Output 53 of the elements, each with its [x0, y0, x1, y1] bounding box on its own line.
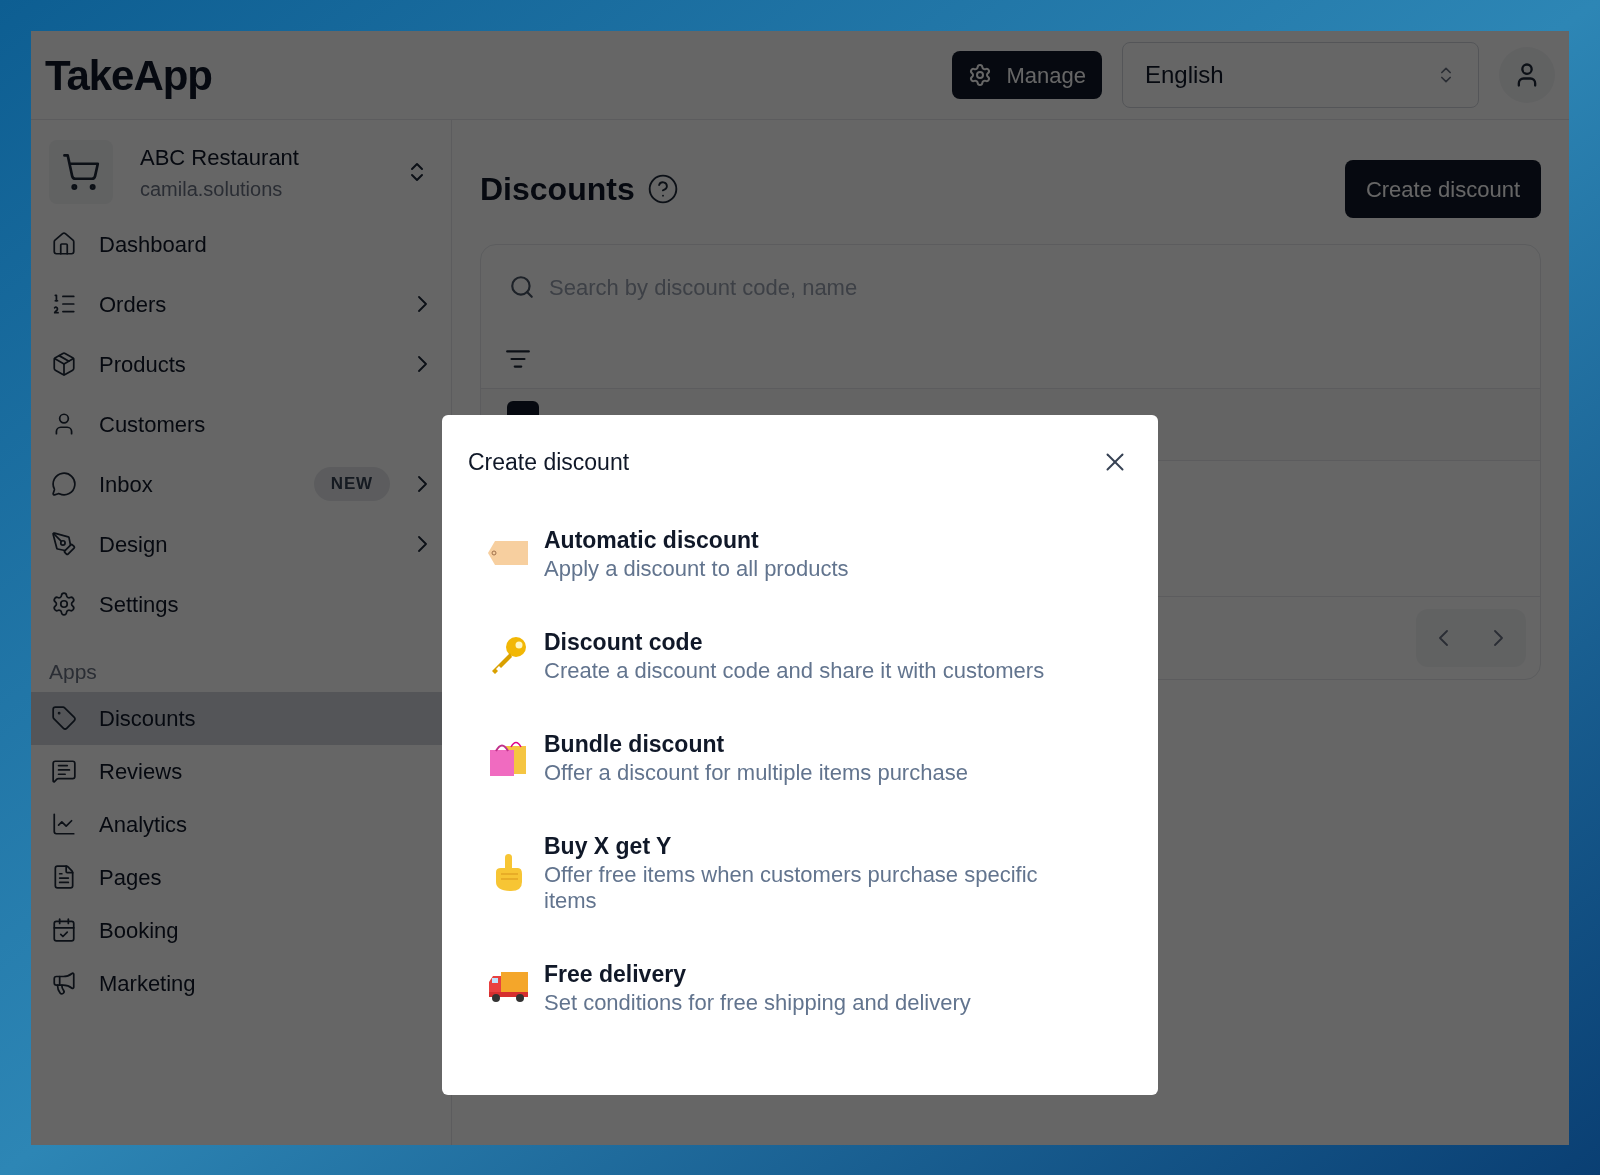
language-select[interactable]: English	[1122, 42, 1479, 108]
cart-icon	[61, 152, 101, 192]
discount-option[interactable]: Bundle discount Offer a discount for multiple items purchase	[468, 717, 1132, 796]
settings-icon	[51, 591, 77, 617]
sidebar-label: Marketing	[99, 969, 196, 998]
discount-option[interactable]: Automatic discount Apply a discount to all products	[468, 513, 1132, 592]
option-description: Create a discount code and share it with customers	[544, 657, 1045, 684]
sidebar-label: Inbox	[99, 470, 153, 499]
sidebar-label: Orders	[99, 290, 167, 319]
settings-icon	[968, 63, 993, 87]
store-switcher[interactable]: ABC Restaurant camila.solutions	[31, 138, 451, 206]
dialog-title: Create discount	[468, 448, 630, 477]
manage-button[interactable]: Manage	[952, 51, 1102, 99]
option-title: Automatic discount	[544, 525, 760, 555]
sidebar-label: Analytics	[99, 810, 188, 839]
create-discount-button[interactable]: Create discount	[1344, 160, 1541, 218]
option-description: Set conditions for free shipping and delivery	[544, 989, 971, 1016]
option-description: Offer free items when customers purchase specific items	[544, 861, 1039, 914]
chevron-right-icon	[418, 296, 427, 312]
tag-icon	[487, 539, 529, 566]
option-title: Buy X get Y	[544, 831, 673, 861]
apps-heading: Apps	[48, 659, 98, 685]
chevron-right-icon	[418, 356, 427, 372]
chevron-right-icon	[1494, 630, 1503, 646]
sidebar-label: Reviews	[99, 757, 183, 786]
discount-option[interactable]: Free delivery Set conditions for free shipping and delivery	[468, 947, 1132, 1026]
sidebar-label: Settings	[99, 590, 179, 619]
chevron-right-icon	[418, 536, 427, 552]
sidebar-label: Discounts	[99, 704, 196, 733]
sidebar-label: Pages	[99, 863, 162, 892]
sidebar-label: Products	[99, 350, 186, 379]
delivery-truck-icon	[487, 969, 529, 1004]
store-name: ABC Restaurant	[140, 143, 299, 172]
store-domain: camila.solutions	[140, 176, 284, 202]
search-icon	[509, 274, 535, 300]
help-icon[interactable]	[646, 173, 679, 205]
chevron-right-icon	[418, 476, 427, 492]
sidebar-label: Customers	[99, 410, 206, 439]
sidebar-label: Design	[99, 530, 168, 559]
option-title: Discount code	[544, 627, 704, 657]
sidebar-label: Dashboard	[99, 230, 207, 259]
discount-option[interactable]: Discount code Create a discount code and share it with customers	[468, 615, 1132, 694]
new-badge: NEW	[313, 467, 390, 501]
option-description: Apply a discount to all products	[544, 555, 849, 582]
takeapp-logo[interactable]: TakeApp	[45, 43, 212, 107]
discount-option[interactable]: Buy X get Y Offer free items when customers purchase specific items	[468, 819, 1132, 924]
chevron-left-icon	[1439, 630, 1448, 646]
option-title: Free delivery	[544, 959, 687, 989]
option-title: Bundle discount	[544, 729, 726, 759]
sidebar-label: Booking	[99, 916, 179, 945]
home-icon	[51, 231, 77, 257]
option-description: Offer a discount for multiple items purchase	[544, 759, 968, 786]
page-title: Discounts	[480, 170, 635, 209]
